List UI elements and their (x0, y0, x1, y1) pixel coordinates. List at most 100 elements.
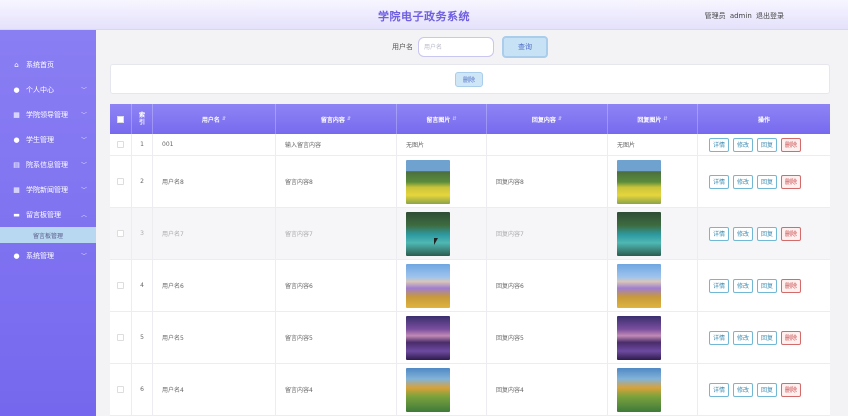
edit-button[interactable]: 修改 (733, 137, 754, 152)
reply-image[interactable] (617, 263, 661, 308)
reply-image[interactable] (617, 211, 661, 256)
row-username: 用户名5 (153, 312, 276, 363)
grid-icon: ▦ (13, 110, 20, 119)
sidebar-item-label: 院系信息管理 (26, 160, 68, 169)
search-input[interactable] (418, 37, 494, 57)
detail-button[interactable]: 详情 (709, 174, 730, 189)
row-reply-image-cell (608, 260, 698, 311)
row-checkbox[interactable] (117, 282, 124, 289)
row-username: 用户名8 (153, 156, 276, 207)
row-select-cell (110, 260, 132, 311)
row-image-cell (397, 260, 487, 311)
chevron-down-icon: ﹀ (80, 87, 87, 94)
sidebar-item-profile[interactable]: ● 个人中心 ﹀ (0, 77, 96, 102)
row-index: 5 (132, 312, 153, 363)
sidebar-item-messages[interactable]: ▬ 留言板管理 ︿ (0, 202, 96, 227)
message-image[interactable] (406, 315, 450, 360)
home-icon: ⌂ (14, 60, 19, 69)
delete-button[interactable]: 删除 (781, 278, 802, 293)
delete-button[interactable]: 删除 (781, 226, 802, 241)
edit-button[interactable]: 修改 (733, 174, 754, 189)
header-username[interactable]: 用户名 ⇵ (153, 104, 276, 134)
detail-button[interactable]: 详情 (709, 278, 730, 293)
row-reply-image-cell: 无图片 (608, 134, 698, 155)
message-image[interactable] (406, 159, 450, 204)
user-role: 管理员 (704, 12, 726, 20)
user-icon: ● (13, 135, 20, 144)
logout-link[interactable]: 退出登录 (756, 12, 784, 20)
row-image-cell: 无图片 (397, 134, 487, 155)
sidebar-item-label: 个人中心 (26, 85, 54, 94)
message-image[interactable] (406, 211, 450, 256)
detail-button[interactable]: 详情 (709, 226, 730, 241)
row-checkbox[interactable] (117, 141, 124, 148)
message-image[interactable] (406, 263, 450, 308)
row-checkbox[interactable] (117, 178, 124, 185)
reply-button[interactable]: 回复 (757, 278, 778, 293)
select-all-checkbox[interactable] (117, 115, 124, 123)
reply-image[interactable] (617, 315, 661, 360)
reply-button[interactable]: 回复 (757, 330, 778, 345)
row-select-cell (110, 134, 132, 155)
edit-button[interactable]: 修改 (733, 382, 754, 397)
row-index: 6 (132, 364, 153, 415)
row-select-cell (110, 156, 132, 207)
row-index: 1 (132, 134, 153, 155)
sidebar-subitem-message-board[interactable]: 留言板管理 (0, 227, 96, 243)
detail-button[interactable]: 详情 (709, 137, 730, 152)
edit-button[interactable]: 修改 (733, 330, 754, 345)
sidebar-item-home[interactable]: ⌂ 系统首页 (0, 52, 96, 77)
header-reply[interactable]: 回复内容 ⇵ (487, 104, 608, 134)
row-actions: 详情 修改 回复 删除 (698, 208, 830, 259)
search-row: 用户名 查询 (96, 34, 848, 58)
row-reply-image-cell (608, 156, 698, 207)
reply-button[interactable]: 回复 (757, 137, 778, 152)
batch-delete-button[interactable]: 删除 (455, 72, 483, 87)
detail-button[interactable]: 详情 (709, 382, 730, 397)
header-content[interactable]: 留言内容 ⇵ (276, 104, 397, 134)
reply-button[interactable]: 回复 (757, 226, 778, 241)
reply-button[interactable]: 回复 (757, 174, 778, 189)
sidebar-item-departments[interactable]: ▤ 院系信息管理 ﹀ (0, 152, 96, 177)
edit-button[interactable]: 修改 (733, 278, 754, 293)
row-reply: 回复内容6 (487, 260, 608, 311)
reply-image[interactable] (617, 367, 661, 412)
message-image[interactable] (406, 367, 450, 412)
sort-icon: ⇵ (452, 116, 457, 122)
reply-button[interactable]: 回复 (757, 382, 778, 397)
delete-button[interactable]: 删除 (781, 174, 802, 189)
sidebar-item-label: 系统管理 (26, 251, 54, 260)
header-reply-image[interactable]: 回复图片 ⇵ (608, 104, 698, 134)
delete-button[interactable]: 删除 (781, 137, 802, 152)
row-username: 001 (153, 134, 276, 155)
action-buttons: 详情 修改 回复 删除 (698, 330, 802, 345)
mouse-cursor (434, 238, 441, 245)
select-all-column (110, 104, 132, 134)
row-reply: 回复内容8 (487, 156, 608, 207)
detail-button[interactable]: 详情 (709, 330, 730, 345)
sidebar-item-system[interactable]: ● 系统管理 ﹀ (0, 243, 96, 268)
sort-icon: ⇵ (557, 116, 563, 122)
row-reply-image-cell (608, 312, 698, 363)
chevron-down-icon: ﹀ (80, 187, 87, 194)
sidebar-item-leaders[interactable]: ▦ 学院领导管理 ﹀ (0, 102, 96, 127)
search-button[interactable]: 查询 (502, 36, 548, 58)
reply-image[interactable] (617, 159, 661, 204)
edit-button[interactable]: 修改 (733, 226, 754, 241)
username: admin (729, 12, 752, 20)
delete-button[interactable]: 删除 (781, 382, 802, 397)
table-row: 6 用户名4 留言内容4 回复内容4 详情 修改 回复 删除 (110, 364, 830, 416)
row-checkbox[interactable] (117, 230, 124, 237)
grid-icon: ▦ (13, 185, 20, 194)
row-reply: 回复内容4 (487, 364, 608, 415)
row-image-cell (397, 312, 487, 363)
header-ops: 操作 (757, 116, 770, 124)
row-actions: 详情 修改 回复 删除 (698, 260, 830, 311)
sidebar-item-students[interactable]: ● 学生管理 ﹀ (0, 127, 96, 152)
header-image[interactable]: 留言图片 ⇵ (397, 104, 487, 134)
row-checkbox[interactable] (117, 334, 124, 341)
sidebar-item-news[interactable]: ▦ 学院新闻管理 ﹀ (0, 177, 96, 202)
delete-button[interactable]: 删除 (781, 330, 802, 345)
header-index[interactable]: 索引 (132, 104, 153, 134)
row-checkbox[interactable] (117, 386, 124, 393)
